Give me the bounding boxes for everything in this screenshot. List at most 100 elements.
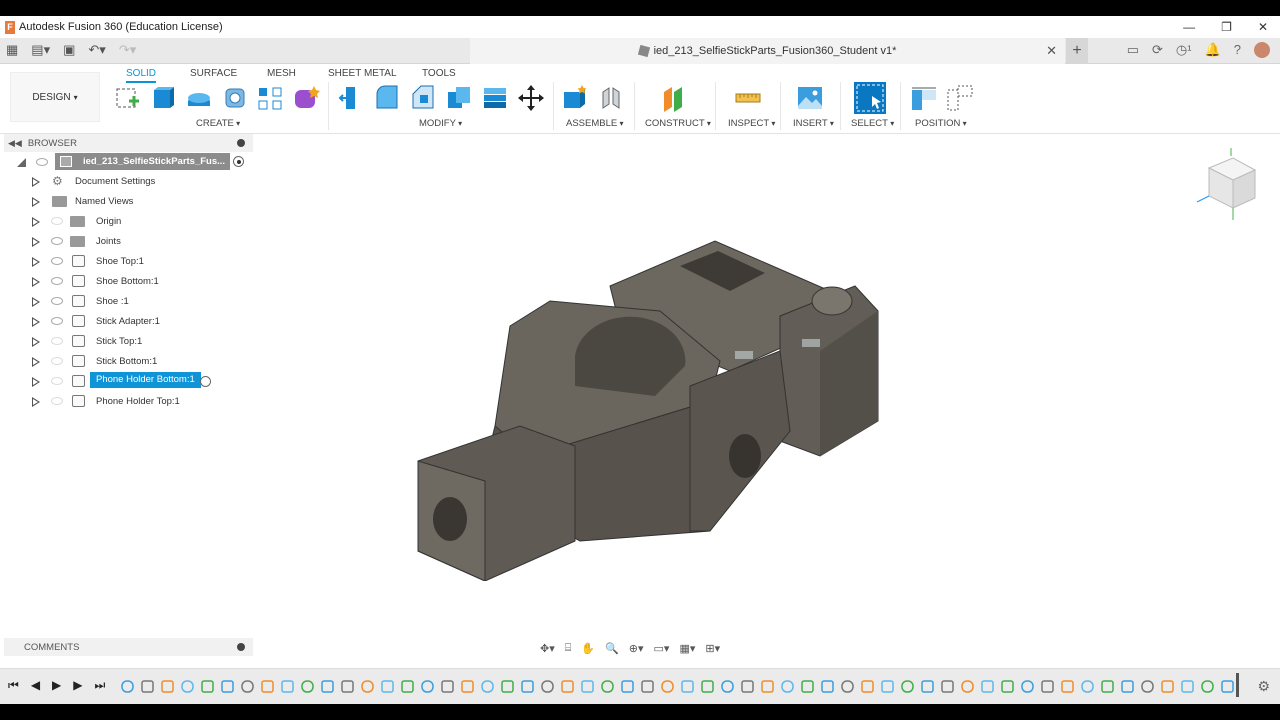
measure-icon[interactable]	[734, 84, 762, 112]
notifications-icon[interactable]: 🔔	[1205, 42, 1221, 58]
timeline-feature-icon[interactable]	[1061, 680, 1074, 693]
expand-icon[interactable]	[32, 297, 40, 307]
browser-item[interactable]: Stick Top:1	[4, 332, 253, 352]
orbit-icon[interactable]: ✥▾	[540, 642, 555, 655]
construct-menu[interactable]: CONSTRUCT	[645, 118, 711, 129]
move-copy-icon[interactable]	[517, 84, 545, 112]
timeline-settings-icon[interactable]: ⚙	[1257, 678, 1270, 695]
browser-item-label[interactable]: Shoe Top:1	[96, 256, 144, 267]
browser-item[interactable]: Shoe Bottom:1	[4, 272, 253, 292]
timeline-feature-icon[interactable]	[1181, 680, 1194, 693]
timeline-feature-icon[interactable]	[1121, 680, 1134, 693]
capture-position-icon[interactable]	[910, 84, 938, 112]
browser-item[interactable]: Shoe Top:1	[4, 252, 253, 272]
timeline-feature-icon[interactable]	[921, 680, 934, 693]
maximize-icon[interactable]: ❐	[1221, 20, 1232, 34]
collapse-icon[interactable]: ◀◀	[8, 138, 22, 149]
browser-item-label[interactable]: Shoe Bottom:1	[96, 276, 159, 287]
tab-solid[interactable]: SOLID	[126, 68, 157, 83]
timeline-feature-icon[interactable]	[861, 680, 874, 693]
timeline-feature-icon[interactable]	[641, 680, 654, 693]
expand-icon[interactable]	[32, 177, 40, 187]
look-at-icon[interactable]: ⌸	[565, 642, 572, 655]
visibility-eye-icon[interactable]	[51, 357, 63, 365]
timeline-feature-icon[interactable]	[121, 680, 134, 693]
add-comment-icon[interactable]	[237, 643, 245, 651]
sweep-icon[interactable]	[221, 84, 249, 112]
timeline-feature-icon[interactable]	[601, 680, 614, 693]
position-menu[interactable]: POSITION	[915, 118, 967, 129]
browser-item[interactable]: Origin	[4, 212, 253, 232]
browser-item[interactable]: Named Views	[4, 192, 253, 212]
new-tab-button[interactable]: +	[1066, 38, 1088, 64]
rectangular-pattern-icon[interactable]	[256, 84, 284, 112]
timeline-feature-icon[interactable]	[401, 680, 414, 693]
browser-item-label[interactable]: Origin	[96, 216, 121, 227]
tab-surface[interactable]: SURFACE	[190, 68, 237, 79]
timeline-feature-icon[interactable]	[561, 680, 574, 693]
browser-item-label[interactable]: Named Views	[75, 196, 133, 207]
visibility-eye-icon[interactable]	[51, 337, 63, 345]
browser-item[interactable]: Stick Adapter:1	[4, 312, 253, 332]
avatar[interactable]	[1254, 42, 1270, 58]
document-tab[interactable]: ied_213_SelfieStickParts_Fusion360_Stude…	[470, 38, 1065, 64]
minimize-icon[interactable]: —	[1183, 20, 1195, 34]
timeline-feature-icon[interactable]	[241, 680, 254, 693]
timeline-feature-icon[interactable]	[321, 680, 334, 693]
visibility-eye-icon[interactable]	[51, 397, 63, 405]
timeline-feature-icon[interactable]	[461, 680, 474, 693]
timeline-feature-icon[interactable]	[621, 680, 634, 693]
close-tab-icon[interactable]: ✕	[1046, 43, 1057, 59]
tab-mesh[interactable]: MESH	[267, 68, 296, 79]
pin-icon[interactable]	[237, 139, 245, 147]
timeline-feature-icon[interactable]	[261, 680, 274, 693]
timeline-feature-icon[interactable]	[901, 680, 914, 693]
revolve-icon[interactable]	[185, 84, 213, 112]
display-settings-icon[interactable]: ▭▾	[654, 642, 670, 655]
timeline-feature-icon[interactable]	[981, 680, 994, 693]
modify-menu[interactable]: MODIFY	[419, 118, 462, 129]
press-pull-icon[interactable]	[337, 84, 365, 112]
step-back-icon[interactable]: ◀	[31, 678, 40, 693]
timeline-feature-icon[interactable]	[701, 680, 714, 693]
timeline-feature-icon[interactable]	[581, 680, 594, 693]
browser-item-label[interactable]: Stick Top:1	[96, 336, 142, 347]
browser-item[interactable]: Joints	[4, 232, 253, 252]
view-cube[interactable]	[1193, 148, 1265, 220]
timeline-feature-icon[interactable]	[421, 680, 434, 693]
timeline-feature-icon[interactable]	[161, 680, 174, 693]
create-form-icon[interactable]	[292, 84, 320, 112]
timeline-feature-icon[interactable]	[501, 680, 514, 693]
play-icon[interactable]: ▶	[52, 678, 61, 693]
visibility-eye-icon[interactable]	[51, 237, 63, 245]
timeline-feature-icon[interactable]	[681, 680, 694, 693]
combine-icon[interactable]	[481, 84, 509, 112]
browser-header[interactable]: ◀◀ BROWSER	[4, 134, 253, 152]
expand-icon[interactable]	[32, 197, 40, 207]
timeline-feature-icon[interactable]	[1021, 680, 1034, 693]
timeline-feature-icon[interactable]	[341, 680, 354, 693]
timeline-feature-icon[interactable]	[961, 680, 974, 693]
3d-model-viewport[interactable]	[400, 211, 900, 581]
timeline-feature-icon[interactable]	[661, 680, 674, 693]
close-icon[interactable]: ✕	[1258, 20, 1268, 34]
timeline-feature-icon[interactable]	[521, 680, 534, 693]
timeline-feature-icon[interactable]	[941, 680, 954, 693]
comments-header[interactable]: COMMENTS	[4, 638, 253, 656]
timeline-feature-icon[interactable]	[541, 680, 554, 693]
activate-radio[interactable]	[200, 376, 211, 387]
new-component-icon[interactable]	[561, 84, 589, 112]
root-component-label[interactable]: ied_213_SelfieStickParts_Fus...	[55, 153, 230, 170]
fillet-icon[interactable]	[373, 84, 401, 112]
timeline-feature-icon[interactable]	[1041, 680, 1054, 693]
insert-menu[interactable]: INSERT	[793, 118, 834, 129]
timeline-feature-icon[interactable]	[781, 680, 794, 693]
browser-item-label[interactable]: Shoe :1	[96, 296, 129, 307]
viewports-icon[interactable]: ⊞▾	[705, 642, 720, 655]
clock-icon[interactable]: ◷¹	[1176, 42, 1192, 58]
visibility-eye-icon[interactable]	[51, 217, 63, 225]
visibility-eye-icon[interactable]	[51, 317, 63, 325]
offset-plane-icon[interactable]	[660, 84, 688, 112]
go-to-end-icon[interactable]: ⏭	[95, 678, 106, 693]
timeline-feature-icon[interactable]	[181, 680, 194, 693]
